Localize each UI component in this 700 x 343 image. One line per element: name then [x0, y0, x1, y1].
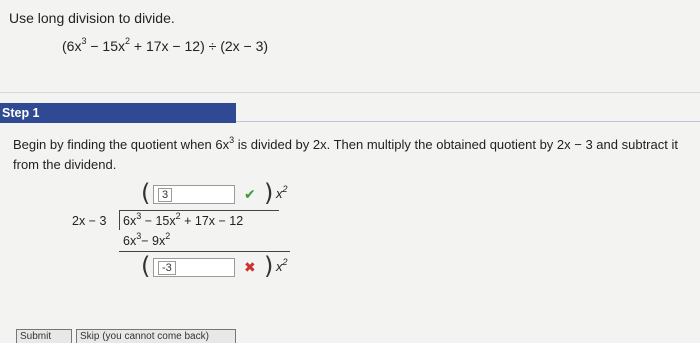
remainder-answer-value: -3	[158, 261, 176, 275]
dividend: 6x3 − 15x2 + 17x − 12	[123, 210, 244, 228]
exponent: 2	[165, 230, 171, 241]
division-bar	[119, 210, 279, 211]
exponent: 3	[81, 36, 87, 47]
variable: x	[276, 259, 283, 274]
term: 6x	[123, 214, 137, 228]
exponent: 2	[175, 210, 181, 221]
problem-term: − 15x	[86, 38, 125, 54]
left-paren: (	[141, 252, 151, 280]
exponent: 3	[136, 210, 142, 221]
right-paren: )	[264, 252, 274, 280]
question-prompt: Use long division to divide.	[9, 10, 175, 26]
step-instructions: Begin by finding the quotient when 6x3 i…	[13, 135, 693, 175]
variable: x	[276, 186, 283, 201]
remainder-variable: x2	[276, 256, 288, 274]
division-bracket	[119, 210, 120, 230]
problem-expression: (6x3 − 15x2 + 17x − 12) ÷ (2x − 3)	[62, 36, 269, 54]
divisor: 2x − 3	[72, 214, 107, 228]
exponent: 3	[136, 230, 142, 241]
problem-term: (6x	[62, 38, 82, 54]
remainder-answer-field[interactable]: -3	[153, 258, 235, 277]
left-paren: (	[141, 179, 151, 207]
exponent: 2	[282, 256, 288, 267]
skip-button[interactable]: Skip (you cannot come back)	[76, 329, 236, 343]
term: − 9x	[141, 234, 166, 248]
cross-icon: ✖	[244, 259, 256, 275]
problem-term: + 17x − 12) ÷ (2x − 3)	[130, 38, 269, 54]
step-banner: Step 1	[0, 103, 236, 123]
right-paren: )	[264, 179, 274, 207]
exponent: 3	[229, 134, 235, 145]
term: 6x	[123, 234, 137, 248]
exponent: 2	[282, 183, 288, 194]
quotient-answer-field[interactable]: 3	[153, 185, 235, 204]
step-rule	[236, 121, 700, 122]
product-line: 6x3− 9x2	[123, 230, 171, 248]
term: − 15x	[144, 214, 176, 228]
instr-text: Begin by finding the quotient when 6x	[13, 137, 230, 152]
submit-button[interactable]: Submit	[16, 329, 72, 343]
term: + 17x − 12	[180, 214, 244, 228]
quotient-answer-value: 3	[158, 188, 173, 202]
divider	[0, 92, 700, 93]
check-icon: ✔	[244, 186, 256, 202]
exponent: 2	[125, 36, 131, 47]
quotient-variable: x2	[276, 183, 288, 201]
